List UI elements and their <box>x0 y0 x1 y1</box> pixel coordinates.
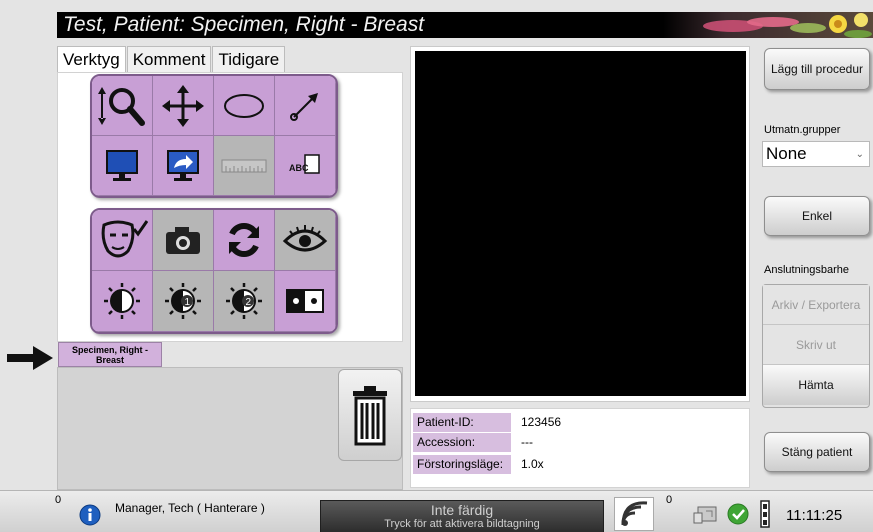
zoom-label: Förstoringsläge: <box>413 455 511 474</box>
output-stack: Arkiv / Exportera Skriv ut Hämta <box>762 284 870 408</box>
monitor-icon[interactable] <box>92 136 153 196</box>
zoom-row: Förstoringsläge: 1.0x <box>411 455 544 474</box>
contrast-2-number: 2 <box>246 297 252 308</box>
accession-label: Accession: <box>413 433 511 452</box>
status-bar: 0 Manager, Tech ( Hanterare ) Inte färdi… <box>0 490 873 532</box>
title-bar: Test, Patient: Specimen, Right - Breast <box>57 12 873 38</box>
tab-previous[interactable]: Tidigare <box>212 46 286 72</box>
tool-grid-upper: ABC <box>90 74 338 198</box>
tab-comments[interactable]: Komment <box>126 46 212 72</box>
acquisition-state-button[interactable]: Inte färdig Tryck för att aktivera bildt… <box>320 500 604 532</box>
ruler-icon[interactable] <box>214 136 275 196</box>
ellipse-icon[interactable] <box>214 76 275 136</box>
right-count: 0 <box>666 494 673 506</box>
zoom-value: 1.0x <box>521 457 544 471</box>
trash-icon <box>353 386 387 446</box>
camera-icon[interactable] <box>153 210 214 271</box>
contrast-1-number: 1 <box>185 297 191 308</box>
info-icon[interactable] <box>78 503 102 527</box>
text-label-icon[interactable]: ABC <box>275 136 336 196</box>
output-groups-label: Utmatn.grupper <box>764 124 841 136</box>
close-patient-button[interactable]: Stäng patient <box>764 432 870 472</box>
eye-icon[interactable] <box>275 210 336 271</box>
specimen-tab[interactable]: Specimen, Right - Breast <box>58 342 162 367</box>
simple-button[interactable]: Enkel <box>764 196 870 236</box>
dual-view-icon[interactable] <box>275 271 336 332</box>
current-user: Manager, Tech ( Hanterare ) <box>115 501 265 515</box>
patient-info-panel: Patient-ID: 123456 Accession: --- Försto… <box>410 408 750 488</box>
left-count: 0 <box>55 494 62 506</box>
fetch-button[interactable]: Hämta <box>763 365 869 405</box>
patient-id-value: 123456 <box>521 415 562 429</box>
trash-button[interactable] <box>338 369 402 461</box>
contrast-icon[interactable] <box>92 271 153 332</box>
add-procedure-button[interactable]: Lägg till procedur <box>764 48 870 90</box>
tab-tools[interactable]: Verktyg <box>57 46 126 72</box>
accession-row: Accession: --- <box>411 433 533 452</box>
contrast-1-icon[interactable]: 1 <box>153 271 214 332</box>
device-status-icon[interactable] <box>692 502 720 528</box>
send-monitor-icon[interactable] <box>153 136 214 196</box>
refresh-icon[interactable] <box>214 210 275 271</box>
ups-battery-icon[interactable] <box>756 498 774 530</box>
output-groups-value: None <box>766 144 807 163</box>
flower-banner-icon <box>663 12 873 38</box>
accession-value: --- <box>521 435 533 449</box>
face-check-icon[interactable] <box>92 210 153 271</box>
arrow-pointer-icon <box>7 346 53 370</box>
connections-label: Anslutningsbarhe <box>764 264 850 276</box>
archive-export-button[interactable]: Arkiv / Exportera <box>763 285 869 325</box>
text-tool-label: ABC <box>289 163 309 173</box>
print-button[interactable]: Skriv ut <box>763 325 869 365</box>
app-window: Test, Patient: Specimen, Right - Breast … <box>0 0 873 532</box>
clock: 11:11:25 <box>786 507 843 524</box>
pan-icon[interactable] <box>153 76 214 136</box>
tool-grid-lower: 1 2 <box>90 208 338 334</box>
patient-id-label: Patient-ID: <box>413 413 511 432</box>
arrow-icon[interactable] <box>275 76 336 136</box>
contrast-2-icon[interactable]: 2 <box>214 271 275 332</box>
chevron-down-icon: ⌄ <box>855 149 864 160</box>
image-viewport[interactable] <box>415 51 746 396</box>
page-title: Test, Patient: Specimen, Right - Breast <box>63 13 425 36</box>
wireless-detector-icon[interactable] <box>614 497 654 531</box>
patient-id-row: Patient-ID: 123456 <box>411 413 561 432</box>
magnifier-icon[interactable] <box>92 76 153 136</box>
check-status-icon[interactable] <box>726 502 750 526</box>
state-subtitle: Tryck för att aktivera bildtagning <box>384 518 540 530</box>
tab-bar: Verktyg Komment Tidigare <box>57 46 286 72</box>
output-groups-select[interactable]: None ⌄ <box>762 141 870 167</box>
state-title: Inte färdig <box>430 502 494 518</box>
